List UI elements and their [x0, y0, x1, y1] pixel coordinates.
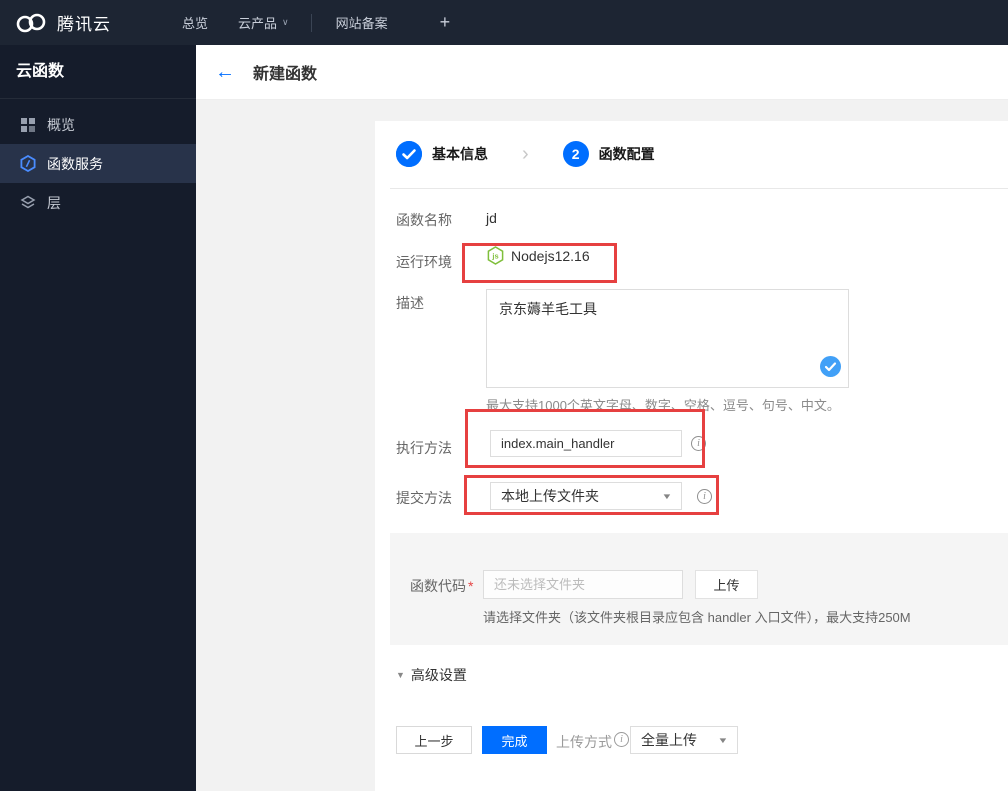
function-code-helper: 请选择文件夹（该文件夹根目录应包含 handler 入口文件），最大支持250M	[483, 610, 911, 625]
runtime-label: 运行环境	[396, 254, 452, 270]
upload-mode-value: 全量上传	[641, 732, 697, 748]
sidebar-item-function-service[interactable]: 函数服务	[0, 144, 196, 183]
add-tab-icon[interactable]: +	[440, 12, 451, 33]
valid-check-icon	[820, 356, 841, 382]
sidebar-item-label: 函数服务	[47, 155, 103, 172]
wizard-card: 基本信息 › 2 函数配置 函数名称 jd 运行环境 js Nodejs12.1…	[375, 121, 1008, 791]
submit-method-info-icon[interactable]: i	[697, 489, 712, 504]
step1-label: 基本信息	[432, 146, 488, 162]
advanced-settings-label: 高级设置	[410, 667, 467, 683]
back-button[interactable]: ←	[215, 62, 235, 82]
nodejs-icon: js	[487, 246, 504, 265]
upload-mode-label: 上传方式	[556, 734, 612, 750]
description-textarea[interactable]: 京东薅羊毛工具	[486, 289, 849, 388]
required-asterisk: *	[468, 578, 474, 594]
function-code-section: 函数代码* 上传 请选择文件夹（该文件夹根目录应包含 handler 入口文件）…	[390, 533, 1008, 645]
nav-item-products-label: 云产品	[238, 16, 278, 31]
description-hint: 最大支持1000个英文字母、数字、空格、逗号、句号、中文。	[486, 398, 840, 413]
nav-item-beian[interactable]: 网站备案	[336, 13, 388, 32]
brand-name: 腾讯云	[57, 15, 111, 34]
step1-done-check-icon	[396, 141, 422, 167]
wizard-footer: 上一步 完成 上传方式 i 全量上传 ▼	[375, 726, 1008, 754]
sidebar: 云函数 概览 函数服务 层	[0, 45, 196, 791]
sidebar-item-overview[interactable]: 概览	[0, 105, 196, 144]
tencent-cloud-logo-icon	[14, 11, 48, 35]
main-header: ← 新建函数	[196, 45, 1008, 100]
brand[interactable]: 腾讯云	[0, 10, 182, 35]
layers-icon	[20, 195, 36, 211]
triangle-down-icon: ▼	[396, 670, 405, 680]
nav-item-products[interactable]: 云产品 ∨	[238, 13, 289, 32]
runtime-text: Nodejs12.16	[511, 247, 590, 264]
upload-mode-select[interactable]: 全量上传 ▼	[630, 726, 738, 754]
submit-method-value: 本地上传文件夹	[501, 488, 599, 504]
step-chevron-icon: ›	[522, 143, 529, 165]
step2-number-badge: 2	[562, 141, 589, 167]
select-caret-icon: ▼	[717, 735, 729, 745]
previous-step-button[interactable]: 上一步	[396, 726, 472, 754]
sidebar-item-label: 层	[47, 194, 61, 211]
folder-path-input[interactable]	[483, 570, 683, 599]
step2-label: 函数配置	[598, 146, 655, 162]
svg-text:js: js	[491, 251, 498, 260]
handler-label: 执行方法	[396, 440, 452, 456]
content-area: 基本信息 › 2 函数配置 函数名称 jd 运行环境 js Nodejs12.1…	[196, 100, 1008, 791]
submit-method-label: 提交方法	[396, 490, 452, 506]
grid-icon	[20, 117, 36, 133]
chevron-down-icon: ∨	[282, 17, 289, 27]
function-name-label: 函数名称	[396, 212, 452, 228]
advanced-settings-toggle[interactable]: ▼ 高级设置	[396, 665, 467, 685]
sidebar-items: 概览 函数服务 层	[0, 99, 196, 222]
create-function-page: 腾讯云 总览 云产品 ∨ 网站备案 + 云函数 概览 函数服务 层 ← 新建函数…	[0, 0, 1008, 791]
runtime-value: js Nodejs12.16	[487, 246, 590, 265]
top-nav: 腾讯云 总览 云产品 ∨ 网站备案 +	[0, 0, 1008, 45]
upload-mode-info-icon[interactable]: i	[614, 732, 629, 747]
handler-info-icon[interactable]: i	[691, 436, 706, 451]
step-indicator: 基本信息 › 2 函数配置	[396, 141, 655, 167]
upload-button[interactable]: 上传	[695, 570, 758, 599]
description-label: 描述	[396, 295, 424, 311]
function-code-label: 函数代码 *	[410, 578, 474, 594]
sidebar-title: 云函数	[0, 45, 196, 99]
nav-divider	[310, 13, 312, 32]
sidebar-item-label: 概览	[47, 116, 75, 133]
steps-divider	[390, 188, 1008, 189]
top-nav-items: 总览 云产品 ∨ 网站备案 +	[182, 12, 450, 33]
finish-button[interactable]: 完成	[482, 726, 547, 754]
select-caret-icon: ▼	[661, 491, 673, 501]
scf-hexagon-icon	[20, 155, 36, 172]
submit-method-select[interactable]: 本地上传文件夹 ▼	[490, 482, 682, 510]
nav-item-overview[interactable]: 总览	[182, 13, 208, 32]
handler-input[interactable]	[490, 430, 682, 457]
description-field-wrap: 京东薅羊毛工具	[486, 289, 849, 388]
function-name-value: jd	[486, 210, 497, 226]
page-title: 新建函数	[253, 66, 318, 83]
sidebar-item-layers[interactable]: 层	[0, 183, 196, 222]
